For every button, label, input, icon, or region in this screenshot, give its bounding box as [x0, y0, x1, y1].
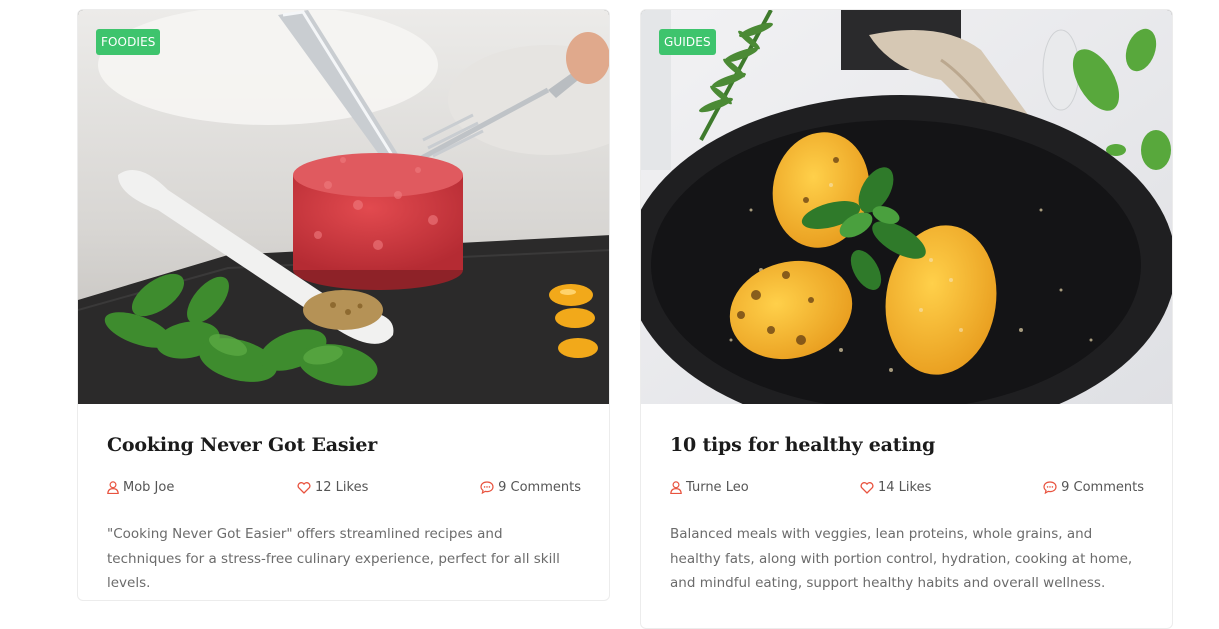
author-name: Turne Leo — [686, 480, 749, 495]
likes-count: 14 Likes — [878, 480, 932, 495]
category-tag[interactable]: GUIDES — [659, 29, 716, 55]
user-icon — [107, 481, 119, 494]
comments-link[interactable]: 9 Comments — [480, 480, 581, 495]
post-image[interactable]: GUIDES — [641, 10, 1172, 404]
post-image[interactable]: FOODIES — [78, 10, 609, 404]
author-name: Mob Joe — [123, 480, 175, 495]
heart-icon — [860, 481, 874, 494]
post-title[interactable]: 10 tips for healthy eating — [670, 433, 1144, 457]
steak-tartare-photo — [78, 10, 609, 404]
post-meta: Turne Leo 14 Likes 9 Comments — [670, 480, 1144, 500]
author-link[interactable]: Turne Leo — [670, 480, 749, 495]
grilled-corn-photo — [641, 10, 1172, 404]
likes-link[interactable]: 14 Likes — [860, 480, 931, 495]
comment-icon — [1043, 481, 1057, 494]
author-link[interactable]: Mob Joe — [107, 480, 174, 495]
post-meta: Mob Joe 12 Likes 9 Comments — [107, 480, 581, 500]
post-title[interactable]: Cooking Never Got Easier — [107, 433, 581, 457]
likes-count: 12 Likes — [315, 480, 369, 495]
category-tag[interactable]: FOODIES — [96, 29, 161, 55]
comments-count: 9 Comments — [498, 480, 581, 495]
heart-icon — [297, 481, 311, 494]
post-excerpt: Balanced meals with veggies, lean protei… — [670, 526, 1133, 591]
blog-grid: FOODIES Cooking Never Got Easier Mob Joe… — [77, 9, 1174, 629]
blog-card: GUIDES 10 tips for healthy eating Turne … — [640, 9, 1173, 629]
blog-card: FOODIES Cooking Never Got Easier Mob Joe… — [77, 9, 610, 601]
likes-link[interactable]: 12 Likes — [297, 480, 368, 495]
post-excerpt: "Cooking Never Got Easier" offers stream… — [107, 526, 560, 591]
user-icon — [670, 481, 682, 494]
comment-icon — [480, 481, 494, 494]
comments-count: 9 Comments — [1061, 480, 1144, 495]
comments-link[interactable]: 9 Comments — [1043, 480, 1144, 495]
